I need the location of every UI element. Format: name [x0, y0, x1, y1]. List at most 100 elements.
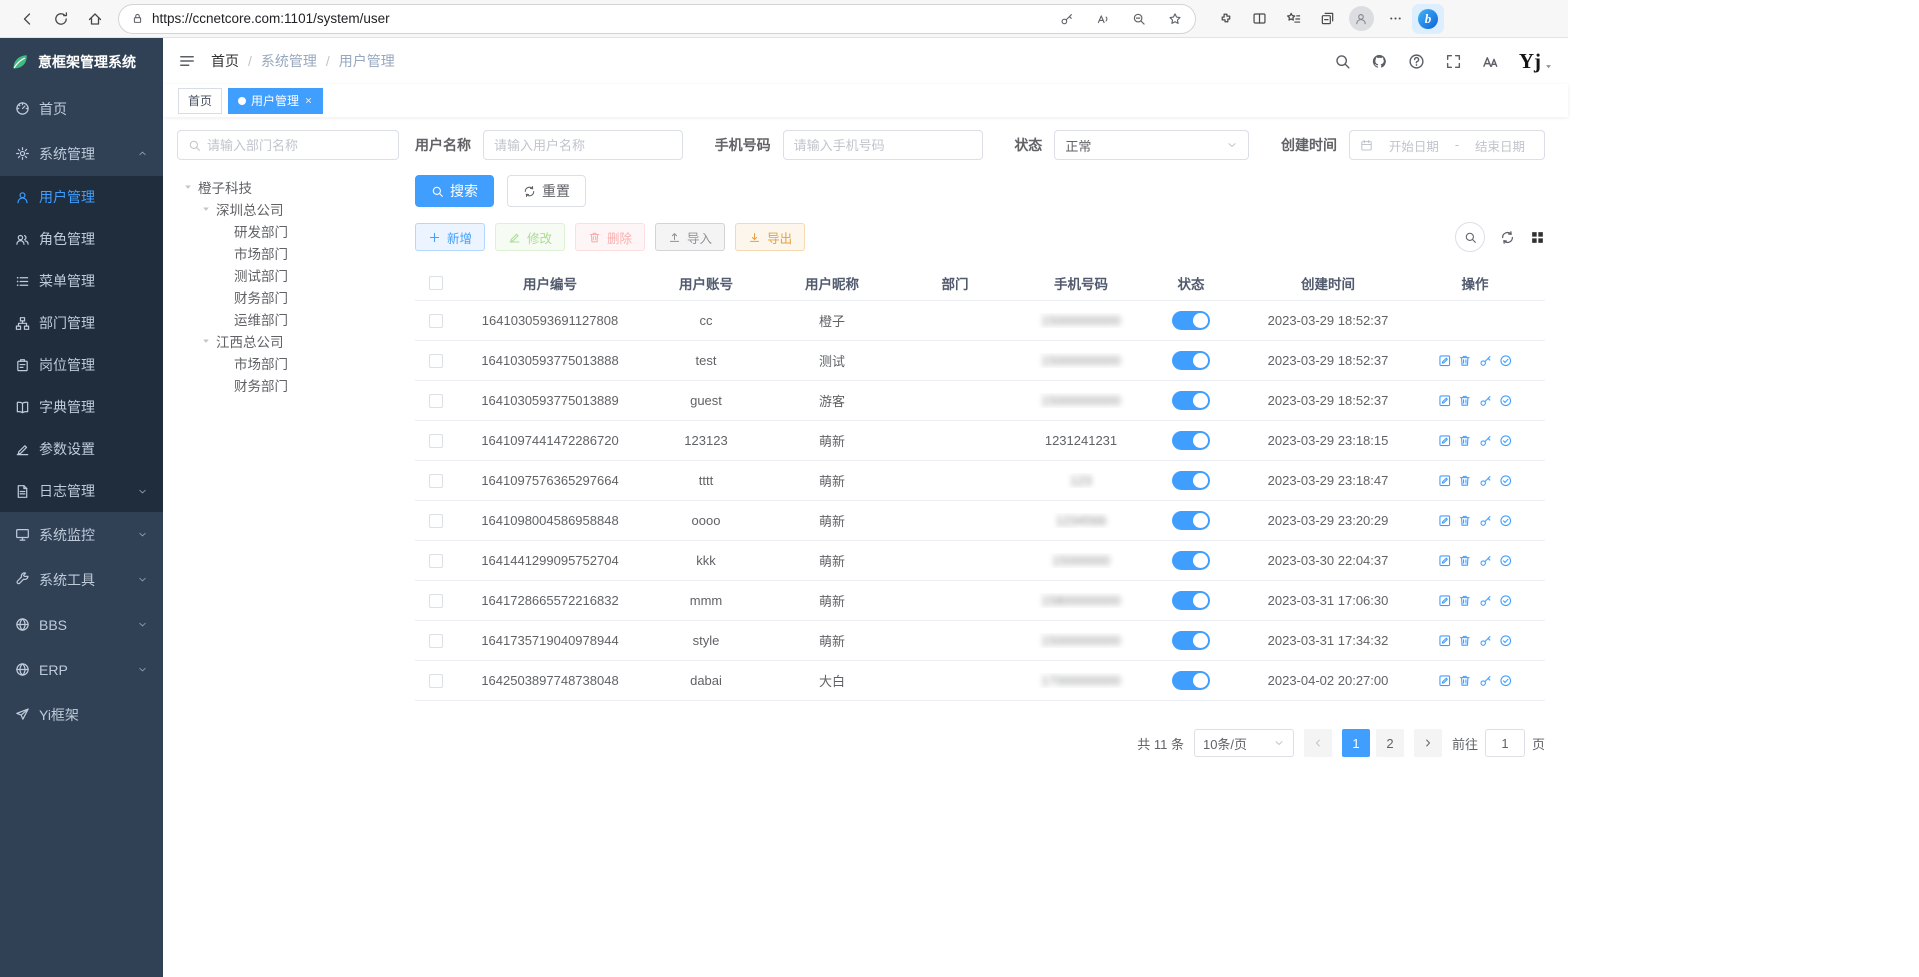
dept-search-input[interactable]: [207, 138, 388, 153]
sidebar-item[interactable]: 系统管理: [0, 131, 163, 176]
status-toggle[interactable]: [1172, 471, 1210, 490]
phone-field[interactable]: [783, 130, 983, 160]
assign-role-icon[interactable]: [1499, 674, 1513, 688]
github-icon[interactable]: [1371, 53, 1388, 70]
edit-icon[interactable]: [1438, 354, 1452, 368]
assign-role-icon[interactable]: [1499, 554, 1513, 568]
page-button[interactable]: 1: [1342, 729, 1370, 757]
delete-icon[interactable]: [1458, 554, 1472, 568]
edit-icon[interactable]: [1438, 514, 1452, 528]
status-toggle[interactable]: [1172, 591, 1210, 610]
select-all-checkbox[interactable]: [429, 276, 443, 290]
status-toggle[interactable]: [1172, 551, 1210, 570]
sidebar-item[interactable]: 系统工具: [0, 557, 163, 602]
url-text[interactable]: https://ccnetcore.com:1101/system/user: [152, 11, 1045, 26]
tree-node[interactable]: 测试部门: [177, 264, 399, 286]
home-icon[interactable]: [78, 4, 112, 34]
row-checkbox[interactable]: [429, 634, 443, 648]
zoom-icon[interactable]: [1125, 6, 1153, 32]
reset-password-icon[interactable]: [1479, 634, 1493, 648]
sidebar-subitem[interactable]: 部门管理: [0, 302, 163, 344]
font-size-icon[interactable]: [1482, 53, 1499, 70]
user-avatar[interactable]: Yj: [1519, 51, 1553, 72]
row-checkbox[interactable]: [429, 674, 443, 688]
browser-menu-icon[interactable]: [1378, 4, 1412, 34]
page-button[interactable]: 2: [1376, 729, 1404, 757]
tree-node[interactable]: 市场部门: [177, 242, 399, 264]
date-range-picker[interactable]: 开始日期 - 结束日期: [1349, 130, 1545, 160]
edit-icon[interactable]: [1438, 674, 1452, 688]
edit-icon[interactable]: [1438, 394, 1452, 408]
assign-role-icon[interactable]: [1499, 594, 1513, 608]
page-size-select[interactable]: 10条/页: [1194, 729, 1294, 757]
tree-node[interactable]: 运维部门: [177, 308, 399, 330]
tree-node[interactable]: 财务部门: [177, 374, 399, 396]
delete-button[interactable]: 删除: [575, 223, 645, 251]
row-checkbox[interactable]: [429, 554, 443, 568]
row-checkbox[interactable]: [429, 394, 443, 408]
edit-icon[interactable]: [1438, 594, 1452, 608]
reset-password-icon[interactable]: [1479, 434, 1493, 448]
assign-role-icon[interactable]: [1499, 354, 1513, 368]
help-icon[interactable]: [1408, 53, 1425, 70]
fullscreen-icon[interactable]: [1445, 53, 1462, 70]
status-toggle[interactable]: [1172, 671, 1210, 690]
reload-icon[interactable]: [44, 4, 78, 34]
status-select[interactable]: 正常: [1054, 130, 1249, 160]
sidebar-subitem[interactable]: 岗位管理: [0, 344, 163, 386]
close-icon[interactable]: [304, 96, 313, 105]
row-checkbox[interactable]: [429, 594, 443, 608]
sidebar-item[interactable]: 首页: [0, 86, 163, 131]
sidebar-subitem[interactable]: 字典管理: [0, 386, 163, 428]
tree-node[interactable]: 江西总公司: [177, 330, 399, 352]
columns-grid-icon[interactable]: [1530, 230, 1545, 245]
favorites-bar-icon[interactable]: [1276, 4, 1310, 34]
status-toggle[interactable]: [1172, 631, 1210, 650]
next-page-button[interactable]: [1414, 729, 1442, 757]
export-button[interactable]: 导出: [735, 223, 805, 251]
add-button[interactable]: 新增: [415, 223, 485, 251]
import-button[interactable]: 导入: [655, 223, 725, 251]
edit-button[interactable]: 修改: [495, 223, 565, 251]
row-checkbox[interactable]: [429, 354, 443, 368]
reset-password-icon[interactable]: [1479, 594, 1493, 608]
assign-role-icon[interactable]: [1499, 434, 1513, 448]
phone-input[interactable]: [794, 138, 972, 153]
status-toggle[interactable]: [1172, 311, 1210, 330]
delete-icon[interactable]: [1458, 634, 1472, 648]
username-field[interactable]: [483, 130, 683, 160]
date-end[interactable]: 结束日期: [1466, 136, 1534, 155]
read-aloud-icon[interactable]: [1089, 6, 1117, 32]
row-checkbox[interactable]: [429, 434, 443, 448]
edit-icon[interactable]: [1438, 634, 1452, 648]
status-toggle[interactable]: [1172, 511, 1210, 530]
prev-page-button[interactable]: [1304, 729, 1332, 757]
tree-node[interactable]: 财务部门: [177, 286, 399, 308]
reset-password-icon[interactable]: [1479, 394, 1493, 408]
delete-icon[interactable]: [1458, 394, 1472, 408]
sidebar-item[interactable]: 系统监控: [0, 512, 163, 557]
reset-password-icon[interactable]: [1479, 674, 1493, 688]
row-checkbox[interactable]: [429, 314, 443, 328]
date-start[interactable]: 开始日期: [1380, 136, 1448, 155]
sidebar-subitem[interactable]: 用户管理: [0, 176, 163, 218]
sidebar-subitem[interactable]: 参数设置: [0, 428, 163, 470]
reset-password-icon[interactable]: [1479, 354, 1493, 368]
extensions-icon[interactable]: [1208, 4, 1242, 34]
sidebar-toggle-icon[interactable]: [178, 52, 196, 70]
reset-password-icon[interactable]: [1479, 514, 1493, 528]
delete-icon[interactable]: [1458, 594, 1472, 608]
status-toggle[interactable]: [1172, 431, 1210, 450]
assign-role-icon[interactable]: [1499, 634, 1513, 648]
status-toggle[interactable]: [1172, 351, 1210, 370]
tab[interactable]: 用户管理: [228, 88, 323, 114]
password-key-icon[interactable]: [1053, 6, 1081, 32]
dept-search[interactable]: [177, 130, 399, 160]
delete-icon[interactable]: [1458, 434, 1472, 448]
back-icon[interactable]: [10, 4, 44, 34]
delete-icon[interactable]: [1458, 514, 1472, 528]
sidebar-item[interactable]: BBS: [0, 602, 163, 647]
breadcrumb-item[interactable]: 系统管理: [261, 51, 317, 71]
sidebar-subitem[interactable]: 角色管理: [0, 218, 163, 260]
assign-role-icon[interactable]: [1499, 394, 1513, 408]
